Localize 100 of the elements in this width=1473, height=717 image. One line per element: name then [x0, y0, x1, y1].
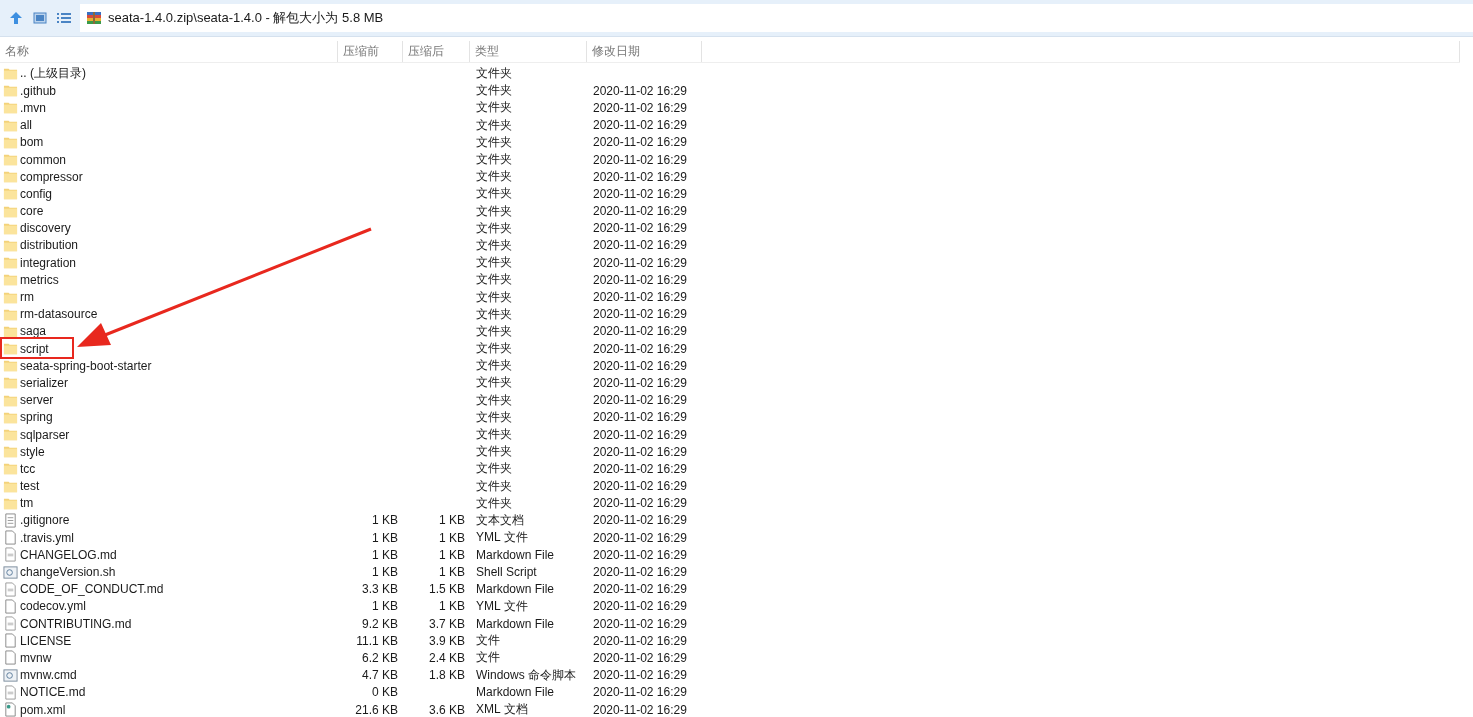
file-name[interactable]: bom: [20, 135, 44, 150]
file-name[interactable]: config: [20, 186, 53, 201]
file-name[interactable]: CODE_OF_CONDUCT.md: [20, 582, 164, 597]
file-name[interactable]: server: [20, 393, 54, 408]
file-name[interactable]: changeVersion.sh: [20, 565, 116, 580]
type-cell: Markdown File: [476, 616, 555, 631]
date-cell: 2020-11-02 16:29: [593, 100, 687, 115]
date-cell: 2020-11-02 16:29: [593, 135, 687, 150]
date-cell: 2020-11-02 16:29: [593, 204, 687, 219]
type-cell: Markdown File: [476, 582, 555, 597]
file-name[interactable]: common: [20, 152, 66, 167]
column-header[interactable]: 压缩前: [338, 41, 403, 62]
date-cell: 2020-11-02 16:29: [593, 633, 687, 648]
type-cell: 文本文档: [476, 512, 524, 527]
file-name[interactable]: compressor: [20, 169, 83, 184]
file-name[interactable]: mvnw: [20, 650, 52, 665]
file-name[interactable]: script: [20, 341, 49, 356]
type-cell: YML 文件: [476, 598, 528, 613]
file-name[interactable]: .travis.yml: [20, 530, 74, 545]
date-cell: 2020-11-02 16:29: [593, 410, 687, 425]
file-name[interactable]: CHANGELOG.md: [20, 547, 117, 562]
file-icon: [3, 598, 18, 614]
file-name[interactable]: mvnw.cmd: [20, 668, 77, 683]
size-cell: 6.2 KB: [361, 650, 398, 665]
folder-icon: [3, 100, 18, 116]
folder-icon: [3, 255, 18, 271]
file-name[interactable]: tcc: [20, 461, 36, 476]
folder-icon: [3, 375, 18, 391]
size-cell: 21.6 KB: [355, 702, 398, 717]
document-icon: [3, 581, 18, 597]
type-cell: 文件夹: [476, 66, 512, 81]
type-cell: Markdown File: [476, 547, 555, 562]
file-name[interactable]: saga: [20, 324, 47, 339]
file-name[interactable]: .github: [20, 83, 57, 98]
file-name[interactable]: sqlparser: [20, 427, 70, 442]
folder-icon: [3, 169, 18, 185]
folder-icon: [3, 152, 18, 168]
column-header[interactable]: 类型: [470, 41, 587, 62]
date-cell: 2020-11-02 16:29: [593, 307, 687, 322]
file-name[interactable]: distribution: [20, 238, 79, 253]
file-name[interactable]: metrics: [20, 272, 59, 287]
file-name[interactable]: style: [20, 444, 45, 459]
file-name[interactable]: integration: [20, 255, 77, 270]
file-icon: [3, 633, 18, 649]
type-cell: 文件夹: [476, 358, 512, 373]
file-name[interactable]: test: [20, 479, 40, 494]
file-name[interactable]: .mvn: [20, 100, 46, 115]
file-name[interactable]: LICENSE: [20, 633, 72, 648]
folder-icon: [3, 341, 18, 357]
packed-size-cell: 1 KB: [439, 513, 465, 528]
date-cell: 2020-11-02 16:29: [593, 186, 687, 201]
date-cell: 2020-11-02 16:29: [593, 547, 687, 562]
type-cell: XML 文档: [476, 702, 528, 717]
date-cell: 2020-11-02 16:29: [593, 668, 687, 683]
file-name[interactable]: .gitignore: [20, 513, 70, 528]
date-cell: 2020-11-02 16:29: [593, 221, 687, 236]
file-name[interactable]: core: [20, 204, 44, 219]
date-cell: 2020-11-02 16:29: [593, 393, 687, 408]
view-icon[interactable]: [32, 10, 48, 26]
date-cell: 2020-11-02 16:29: [593, 650, 687, 665]
date-cell: 2020-11-02 16:29: [593, 238, 687, 253]
column-header[interactable]: 压缩后: [403, 41, 470, 62]
date-cell: 2020-11-02 16:29: [593, 702, 687, 717]
script-file-icon: [3, 564, 18, 580]
packed-size-cell: 1 KB: [439, 599, 465, 614]
type-cell: 文件夹: [476, 117, 512, 132]
file-name[interactable]: NOTICE.md: [20, 685, 86, 700]
file-name[interactable]: codecov.yml: [20, 599, 86, 614]
date-cell: 2020-11-02 16:29: [593, 582, 687, 597]
type-cell: 文件夹: [476, 134, 512, 149]
document-icon: [3, 684, 18, 700]
file-name[interactable]: rm: [20, 290, 34, 305]
date-cell: 2020-11-02 16:29: [593, 375, 687, 390]
packed-size-cell: 1 KB: [439, 530, 465, 545]
file-name[interactable]: tm: [20, 496, 34, 511]
document-icon: [3, 616, 18, 632]
file-name[interactable]: all: [20, 118, 32, 133]
file-name[interactable]: CONTRIBUTING.md: [20, 616, 132, 631]
packed-size-cell: 1 KB: [439, 565, 465, 580]
date-cell: 2020-11-02 16:29: [593, 685, 687, 700]
file-name[interactable]: .. (上级目录): [20, 65, 86, 83]
column-header[interactable]: 名称: [0, 41, 338, 62]
file-icon: [3, 650, 18, 666]
date-cell: 2020-11-02 16:29: [593, 341, 687, 356]
packed-size-cell: 3.9 KB: [428, 633, 465, 648]
path-field[interactable]: seata-1.4.0.zip\seata-1.4.0 - 解包大小为 5.8 MB: [80, 4, 1473, 32]
type-cell: 文件夹: [476, 495, 512, 510]
type-cell: 文件: [476, 633, 500, 648]
column-header[interactable]: 修改日期: [587, 41, 702, 62]
file-name[interactable]: seata-spring-boot-starter: [20, 358, 152, 373]
file-name[interactable]: rm-datasource: [20, 307, 98, 322]
type-cell: Markdown File: [476, 685, 555, 700]
file-name[interactable]: spring: [20, 410, 53, 425]
file-name[interactable]: pom.xml: [20, 702, 66, 717]
file-name[interactable]: serializer: [20, 375, 68, 390]
file-name[interactable]: discovery: [20, 221, 71, 236]
up-arrow-icon[interactable]: [8, 10, 24, 26]
size-cell: 11.1 KB: [356, 633, 398, 648]
type-cell: 文件夹: [476, 392, 512, 407]
list-view-icon[interactable]: [56, 10, 72, 26]
